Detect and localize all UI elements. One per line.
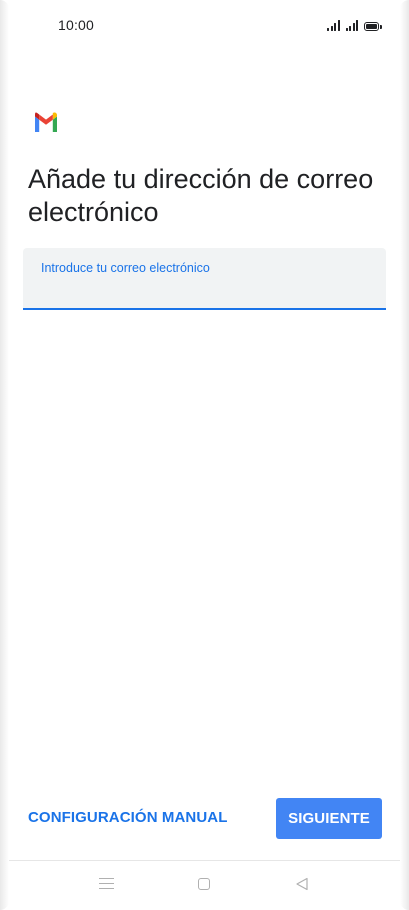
phone-bezel-right (400, 0, 409, 910)
email-input[interactable] (41, 278, 371, 302)
battery-icon (364, 22, 379, 31)
status-bar: 10:00 (0, 0, 409, 52)
manual-configuration-button[interactable]: CONFIGURACIÓN MANUAL (28, 809, 227, 826)
back-icon[interactable] (295, 877, 309, 891)
phone-bezel-left (0, 0, 9, 910)
battery-tip (380, 24, 382, 29)
email-field-label: Introduce tu correo electrónico (41, 261, 210, 275)
next-button[interactable]: SIGUIENTE (276, 798, 382, 839)
signal-icon (327, 20, 340, 31)
page-title: Añade tu dirección de correo electrónico (28, 164, 374, 227)
signal-icon (345, 20, 358, 31)
navigation-bar (0, 861, 409, 910)
gmail-logo-icon (35, 112, 57, 132)
phone-screen: 10:00 Añade tu dirección de correo elect… (0, 0, 409, 910)
status-icons (327, 18, 382, 31)
menu-icon[interactable] (99, 878, 114, 890)
status-time: 10:00 (58, 17, 95, 33)
email-field[interactable]: Introduce tu correo electrónico (23, 248, 386, 310)
home-icon[interactable] (198, 878, 210, 890)
